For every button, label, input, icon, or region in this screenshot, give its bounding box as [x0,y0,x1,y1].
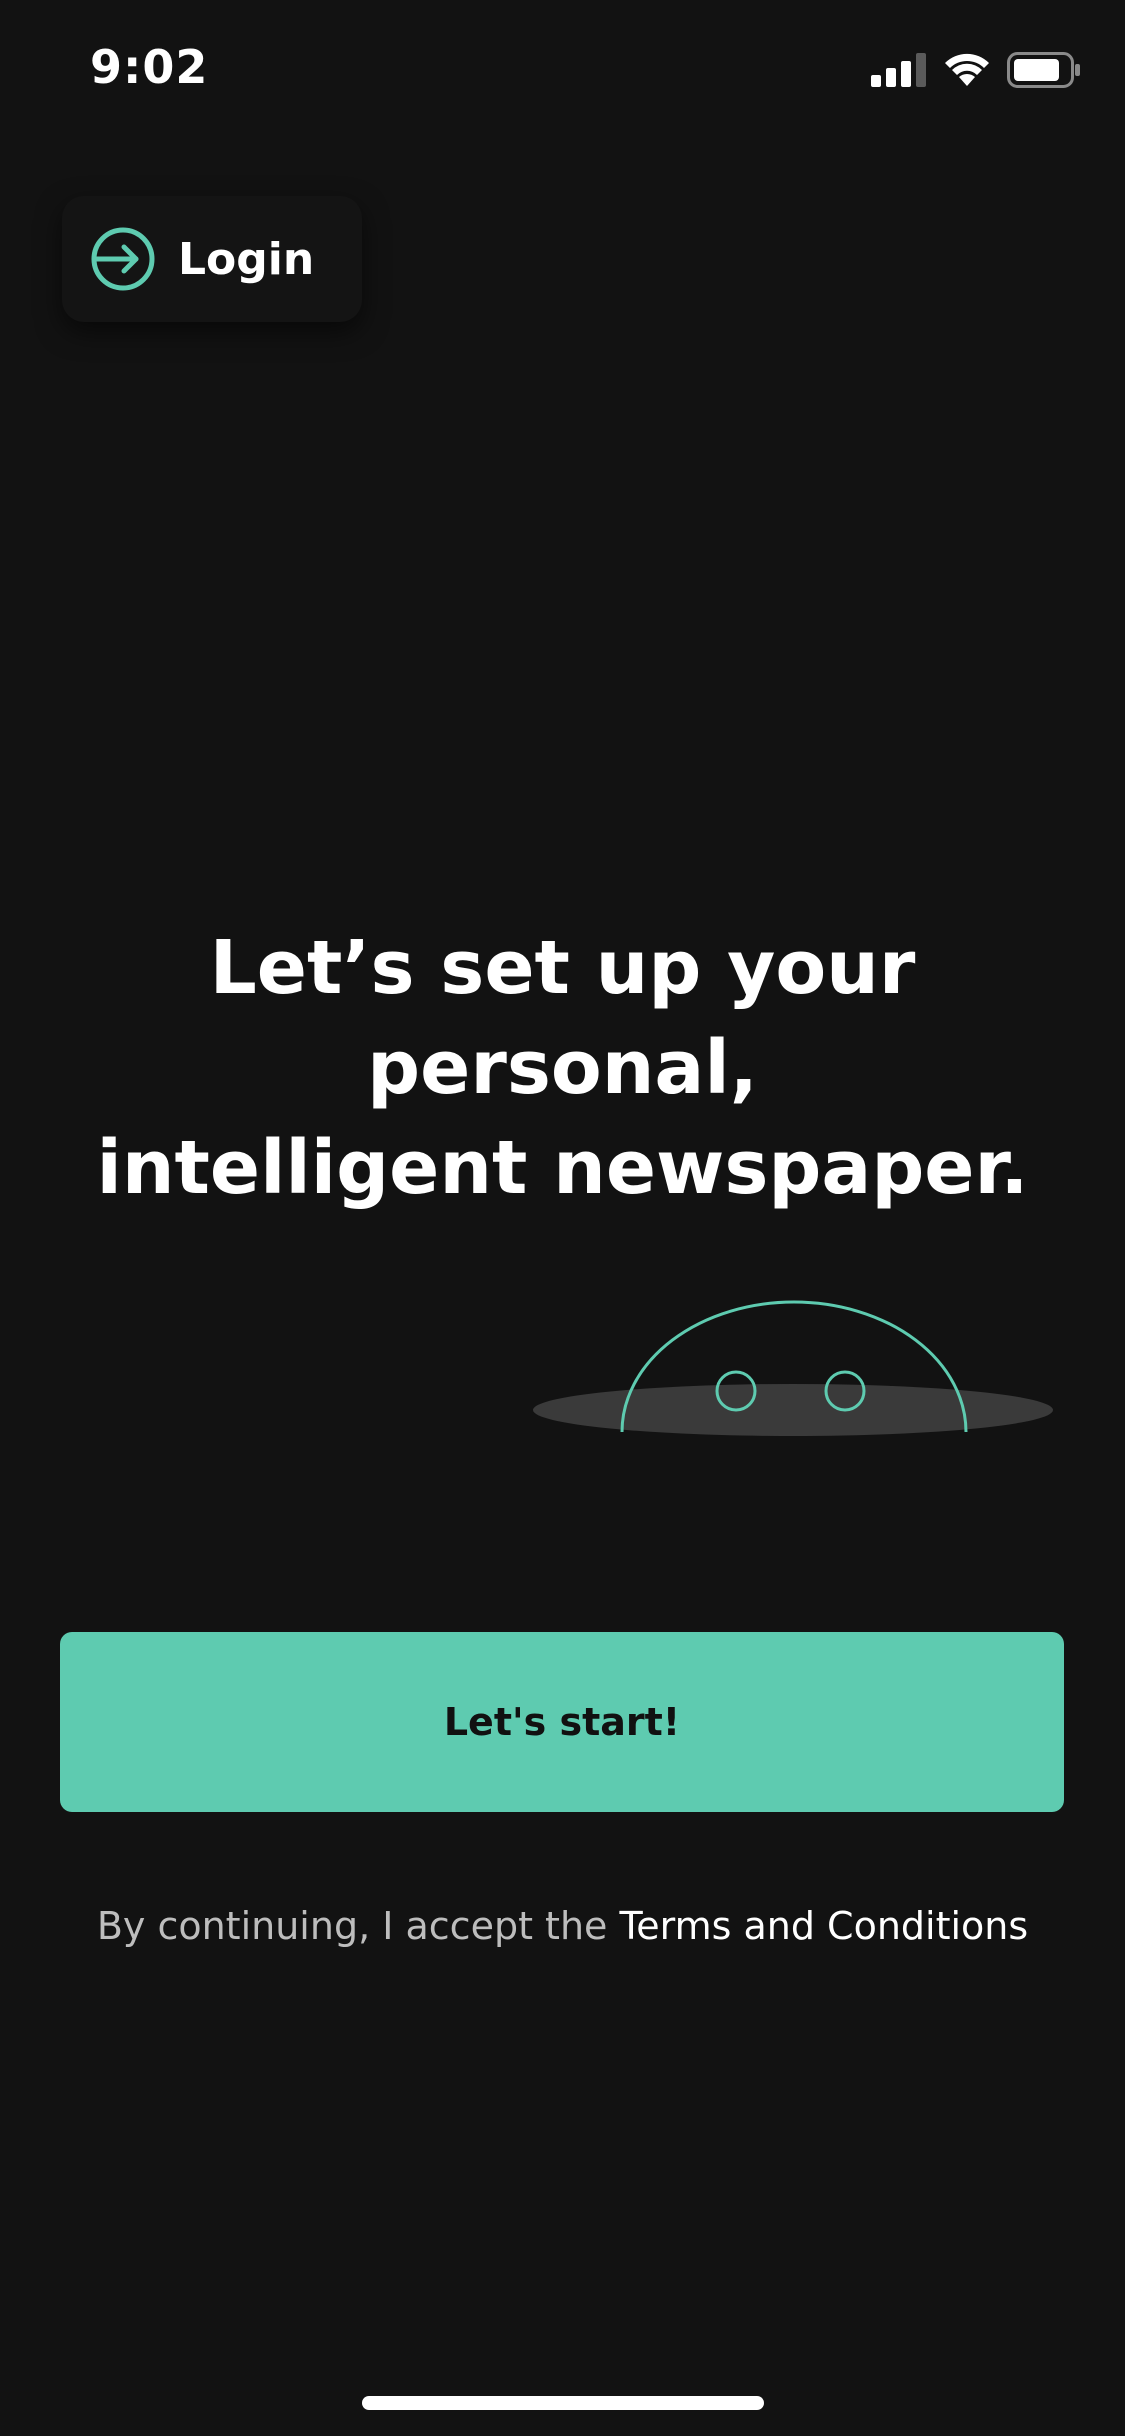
welcome-screen: 9:02 Login Let’s set up your personal, i… [0,0,1125,2436]
lets-start-button[interactable]: Let's start! [60,1632,1064,1812]
page-title: Let’s set up your personal, intelligent … [50,918,1075,1218]
login-button[interactable]: Login [62,196,362,322]
wifi-icon [945,53,989,86]
battery-icon [1007,52,1080,88]
headline-line-1: Let’s set up your personal, [209,925,916,1111]
cellular-signal-icon [871,53,926,87]
login-arrow-icon [91,227,155,291]
terms-and-conditions-link[interactable]: Terms and Conditions [620,1904,1029,1948]
home-indicator[interactable] [362,2396,764,2410]
terms-notice: By continuing, I accept the Terms and Co… [0,1904,1125,1948]
status-time: 9:02 [90,40,209,94]
terms-prefix: By continuing, I accept the [96,1904,620,1948]
peeking-robot-illustration [533,1300,1053,1436]
login-label: Login [178,233,315,285]
status-icons [871,50,1081,90]
lets-start-label: Let's start! [443,1700,681,1744]
headline-line-2: intelligent newspaper. [96,1125,1029,1211]
